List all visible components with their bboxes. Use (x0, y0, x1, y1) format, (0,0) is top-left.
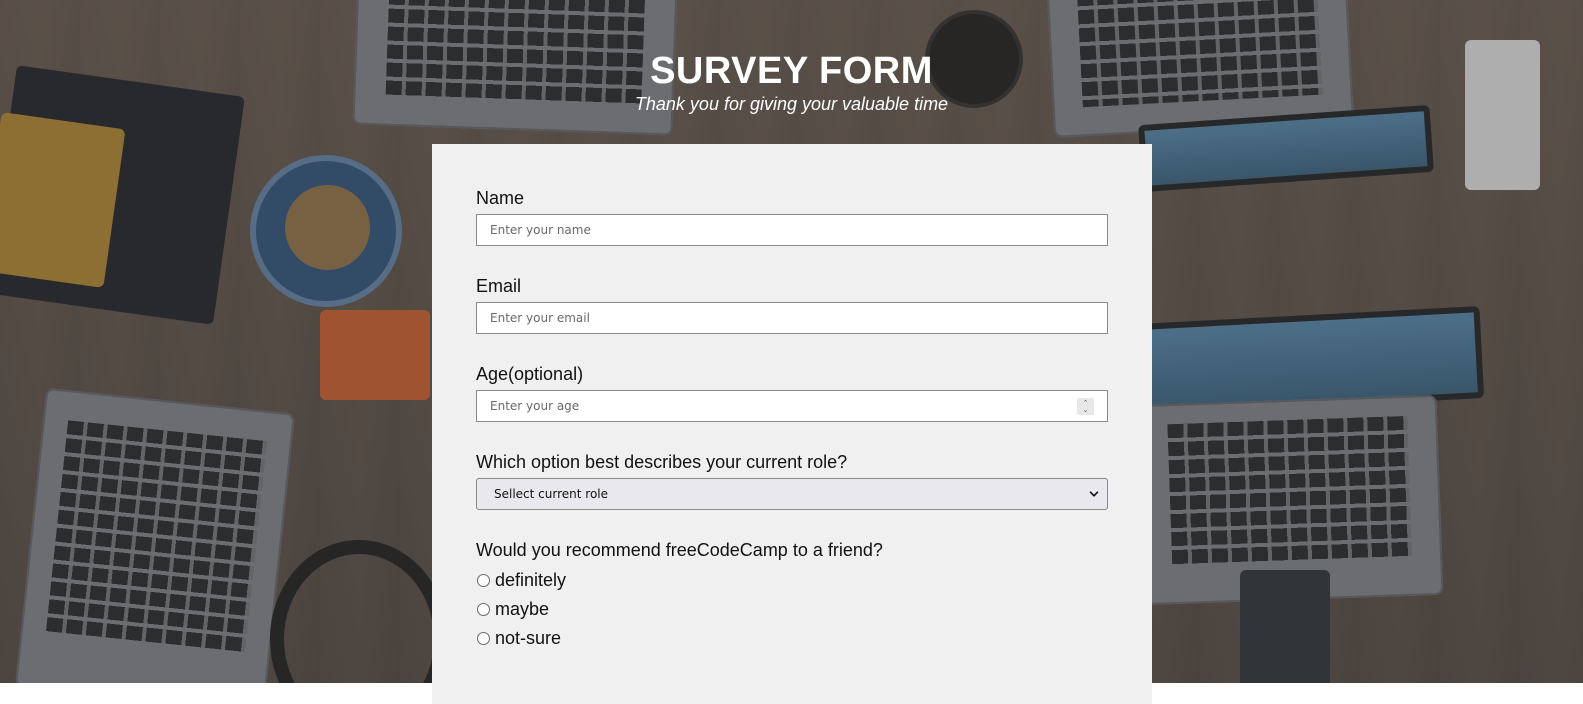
page-header: SURVEY FORM Thank you for giving your va… (0, 50, 1583, 115)
number-spinner-icon[interactable]: ⌃ ⌄ (1077, 398, 1094, 415)
role-selected-value: Sellect current role (494, 487, 608, 501)
radio-button[interactable] (477, 603, 490, 616)
age-label: Age(optional) (476, 364, 584, 384)
role-field-group: Which option best describes your current… (476, 450, 1108, 510)
role-label: Which option best describes your current… (476, 452, 848, 472)
name-input[interactable]: Enter your name (476, 214, 1108, 246)
radio-label: not-sure (495, 628, 562, 648)
name-placeholder: Enter your name (490, 223, 591, 237)
radio-option-definitely[interactable]: definitely (476, 566, 1108, 595)
recommend-label: Would you recommend freeCodeCamp to a fr… (476, 540, 883, 560)
radio-label: definitely (495, 570, 567, 590)
name-field-group: Name Enter your name (476, 186, 1108, 246)
age-field-group: Age(optional) Enter your age ⌃ ⌄ (476, 362, 1108, 422)
email-input[interactable]: Enter your email (476, 302, 1108, 334)
page-subtitle: Thank you for giving your valuable time (634, 94, 949, 114)
age-input[interactable]: Enter your age ⌃ ⌄ (476, 390, 1108, 422)
radio-label: maybe (495, 599, 550, 619)
email-field-group: Email Enter your email (476, 274, 1108, 334)
radio-option-not-sure[interactable]: not-sure (476, 624, 1108, 653)
role-select[interactable]: Sellect current role (476, 478, 1108, 510)
radio-option-maybe[interactable]: maybe (476, 595, 1108, 624)
recommend-field-group: Would you recommend freeCodeCamp to a fr… (476, 538, 1108, 653)
survey-form: Name Enter your name Email Enter your em… (432, 144, 1152, 704)
page-title: SURVEY FORM (650, 50, 933, 92)
radio-button[interactable] (477, 574, 490, 587)
email-placeholder: Enter your email (490, 311, 590, 325)
name-label: Name (476, 188, 525, 208)
email-label: Email (476, 276, 522, 296)
radio-button[interactable] (477, 632, 490, 645)
chevron-down-icon (1089, 491, 1099, 497)
age-placeholder: Enter your age (490, 399, 580, 413)
